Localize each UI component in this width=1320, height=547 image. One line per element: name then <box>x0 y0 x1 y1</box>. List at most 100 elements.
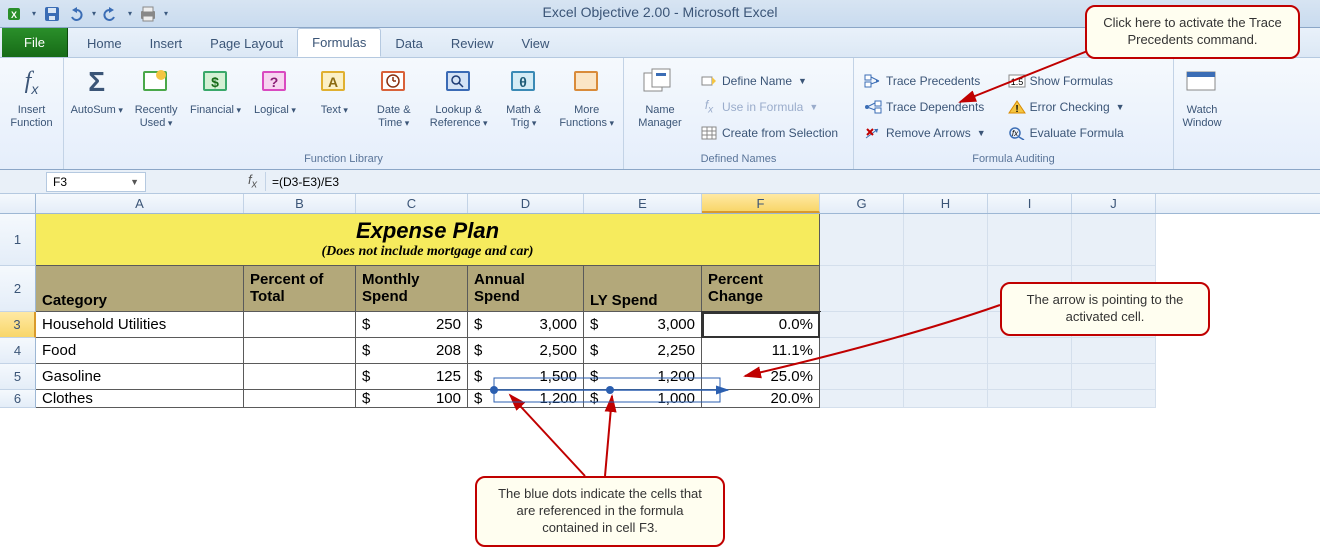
evaluate-formula-button[interactable]: fxEvaluate Formula <box>1004 122 1129 144</box>
autosum-button[interactable]: ΣAutoSum <box>70 62 123 151</box>
trace-precedents-icon <box>864 72 882 90</box>
row-6[interactable]: 6 <box>0 390 36 408</box>
col-G[interactable]: G <box>820 194 904 213</box>
cell-E3[interactable]: $3,000 <box>584 312 702 338</box>
fx-small-icon: fx <box>700 98 718 116</box>
tab-home[interactable]: Home <box>73 30 136 57</box>
more-functions-button[interactable]: More Functions <box>556 62 617 151</box>
col-H[interactable]: H <box>904 194 988 213</box>
cell-E5[interactable]: $1,200 <box>584 364 702 390</box>
use-in-formula-button[interactable]: fxUse in Formula▼ <box>696 96 842 118</box>
formula-input[interactable] <box>266 172 1320 192</box>
cell-B6[interactable] <box>244 390 356 408</box>
lookup-button[interactable]: Lookup & Reference <box>426 62 490 151</box>
trace-precedents-button[interactable]: Trace Precedents <box>860 70 990 92</box>
svg-text:$: $ <box>211 74 219 90</box>
tab-page-layout[interactable]: Page Layout <box>196 30 297 57</box>
col-E[interactable]: E <box>584 194 702 213</box>
create-from-selection-button[interactable]: Create from Selection <box>696 122 842 144</box>
cell-D5[interactable]: $1,500 <box>468 364 584 390</box>
cell-D3[interactable]: $3,000 <box>468 312 584 338</box>
watch-window-button[interactable]: Watch Window <box>1180 62 1224 151</box>
cell-D6[interactable]: $1,200 <box>468 390 584 408</box>
remove-arrows-icon <box>864 124 882 142</box>
tab-view[interactable]: View <box>507 30 563 57</box>
sigma-icon: Σ <box>79 64 115 100</box>
show-formulas-button[interactable]: 1.5Show Formulas <box>1004 70 1129 92</box>
cell-F6[interactable]: 20.0% <box>702 390 820 408</box>
title-cell[interactable]: Expense Plan (Does not include mortgage … <box>36 214 820 266</box>
cell-C3[interactable]: $250 <box>356 312 468 338</box>
book-green-icon <box>138 64 174 100</box>
cell-C5[interactable]: $125 <box>356 364 468 390</box>
trace-dependents-icon <box>864 98 882 116</box>
row-3[interactable]: 3 <box>0 312 36 338</box>
define-name-button[interactable]: Define Name▼ <box>696 70 842 92</box>
tab-file[interactable]: File <box>2 28 67 57</box>
hdr-pct-change[interactable]: PercentChange <box>702 266 820 312</box>
book-more-icon <box>569 64 605 100</box>
ribbon: fx Insert Function ΣAutoSum Recently Use… <box>0 58 1320 170</box>
book-dollar-icon: $ <box>198 64 234 100</box>
cell-E4[interactable]: $2,250 <box>584 338 702 364</box>
tag-icon <box>700 72 718 90</box>
callout-blue-dots: The blue dots indicate the cells that ar… <box>475 476 725 547</box>
cell-A3[interactable]: Household Utilities <box>36 312 244 338</box>
insert-function-button[interactable]: fx Insert Function <box>6 62 57 151</box>
cell-A6[interactable]: Clothes <box>36 390 244 408</box>
recently-used-button[interactable]: Recently Used <box>129 62 182 151</box>
cell-C4[interactable]: $208 <box>356 338 468 364</box>
remove-arrows-button[interactable]: Remove Arrows▼ <box>860 122 990 144</box>
error-checking-button[interactable]: !Error Checking▼ <box>1004 96 1129 118</box>
watch-window-icon <box>1184 64 1220 100</box>
cell-A5[interactable]: Gasoline <box>36 364 244 390</box>
col-J[interactable]: J <box>1072 194 1156 213</box>
row-4[interactable]: 4 <box>0 338 36 364</box>
col-D[interactable]: D <box>468 194 584 213</box>
text-button[interactable]: AText <box>308 62 361 151</box>
trace-dependents-button[interactable]: Trace Dependents <box>860 96 990 118</box>
tab-insert[interactable]: Insert <box>136 30 197 57</box>
book-clock-icon <box>376 64 412 100</box>
date-time-button[interactable]: Date & Time <box>367 62 420 151</box>
col-A[interactable]: A <box>36 194 244 213</box>
svg-text:fx: fx <box>1012 129 1019 138</box>
cell-F3[interactable]: 0.0% <box>702 312 820 338</box>
tab-data[interactable]: Data <box>381 30 436 57</box>
svg-text:1.5: 1.5 <box>1010 77 1023 87</box>
row-1[interactable]: 1 <box>0 214 36 266</box>
math-trig-button[interactable]: θMath & Trig <box>497 62 550 151</box>
hdr-category[interactable]: Category <box>36 266 244 312</box>
show-formulas-icon: 1.5 <box>1008 72 1026 90</box>
hdr-annual[interactable]: AnnualSpend <box>468 266 584 312</box>
name-manager-button[interactable]: Name Manager <box>630 62 690 151</box>
cell-E6[interactable]: $1,000 <box>584 390 702 408</box>
hdr-percent-total[interactable]: Percent ofTotal <box>244 266 356 312</box>
col-C[interactable]: C <box>356 194 468 213</box>
cell-F5[interactable]: 25.0% <box>702 364 820 390</box>
cell-F4[interactable]: 11.1% <box>702 338 820 364</box>
cell-B4[interactable] <box>244 338 356 364</box>
cell-C6[interactable]: $100 <box>356 390 468 408</box>
hdr-ly[interactable]: LY Spend <box>584 266 702 312</box>
logical-button[interactable]: ?Logical <box>248 62 301 151</box>
row-2[interactable]: 2 <box>0 266 36 312</box>
cell-B5[interactable] <box>244 364 356 390</box>
name-box[interactable]: F3▼ <box>46 172 146 192</box>
tab-formulas[interactable]: Formulas <box>297 28 381 57</box>
callout-activated-cell: The arrow is pointing to the activated c… <box>1000 282 1210 336</box>
cell-A4[interactable]: Food <box>36 338 244 364</box>
col-I[interactable]: I <box>988 194 1072 213</box>
financial-button[interactable]: $Financial <box>189 62 242 151</box>
col-F[interactable]: F <box>702 194 820 213</box>
select-all-corner[interactable] <box>0 194 36 213</box>
cell-B3[interactable] <box>244 312 356 338</box>
col-B[interactable]: B <box>244 194 356 213</box>
tab-review[interactable]: Review <box>437 30 508 57</box>
name-manager-icon <box>642 64 678 100</box>
fx-label[interactable]: fx <box>240 172 266 191</box>
row-5[interactable]: 5 <box>0 364 36 390</box>
formula-bar: F3▼ fx <box>0 170 1320 194</box>
hdr-monthly[interactable]: MonthlySpend <box>356 266 468 312</box>
cell-D4[interactable]: $2,500 <box>468 338 584 364</box>
